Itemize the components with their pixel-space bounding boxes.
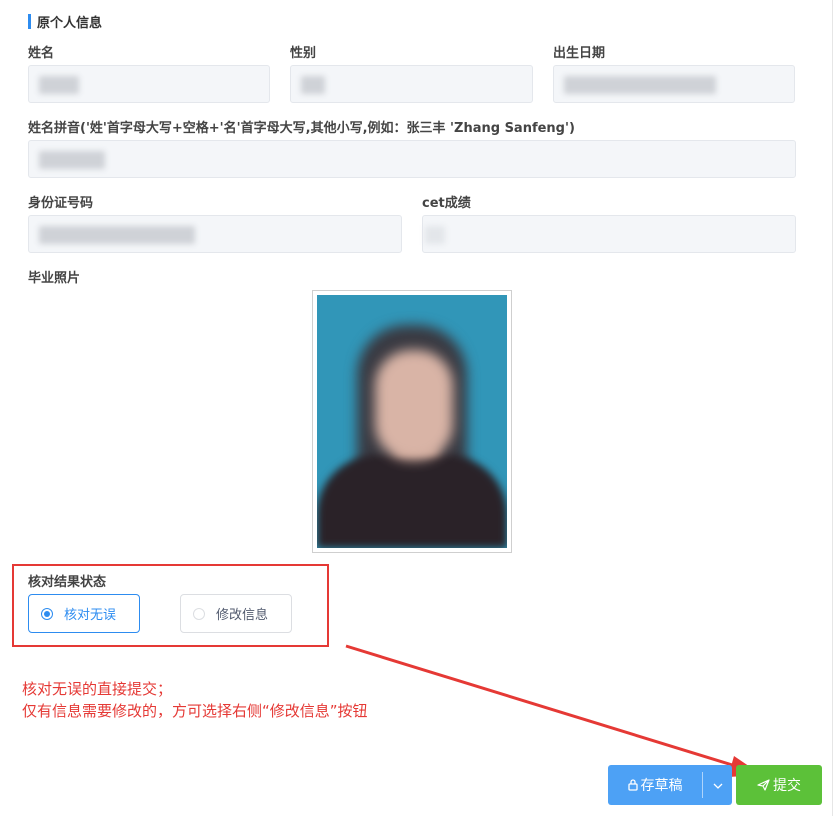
save-draft-main[interactable]: 存草稿 <box>608 765 702 805</box>
gender-label: 性别 <box>290 46 317 61</box>
pinyin-label: 姓名拼音('姓'首字母大写+空格+'名'首字母大写,其他小写,例如：张三丰 'Z… <box>28 121 575 136</box>
name-label: 姓名 <box>28 46 55 61</box>
save-draft-label: 存草稿 <box>640 778 683 794</box>
redacted-value <box>564 76 716 94</box>
radio-checked-icon <box>41 607 53 620</box>
cet-score-label: cet成绩 <box>422 196 471 211</box>
radio-label: 核对无误 <box>64 608 117 623</box>
draft-icon <box>627 779 638 791</box>
chevron-down-icon <box>713 777 723 793</box>
redacted-value <box>301 76 325 94</box>
photo-label: 毕业照片 <box>28 271 81 286</box>
redacted-value <box>39 151 105 169</box>
id-number-field[interactable] <box>28 215 402 253</box>
radio-unchecked-icon <box>193 607 205 620</box>
section-header: 原个人信息 <box>28 12 103 31</box>
section-title: 原个人信息 <box>37 15 103 31</box>
pinyin-field[interactable] <box>28 140 796 178</box>
radio-verified-correct[interactable]: 核对无误 <box>28 594 140 633</box>
save-draft-button[interactable]: 存草稿 <box>608 765 732 805</box>
birth-date-field[interactable] <box>553 65 795 103</box>
name-field[interactable] <box>28 65 270 103</box>
graduation-photo <box>312 290 512 553</box>
redacted-value <box>425 226 445 244</box>
radio-modify-info[interactable]: 修改信息 <box>180 594 292 633</box>
gender-field[interactable] <box>290 65 533 103</box>
redacted-value <box>39 76 79 94</box>
verify-status-label: 核对结果状态 <box>28 575 107 590</box>
draft-dropdown-toggle[interactable] <box>703 765 732 805</box>
send-icon <box>757 779 770 791</box>
redacted-value <box>39 226 195 244</box>
submit-button[interactable]: 提交 <box>736 765 822 805</box>
radio-label: 修改信息 <box>216 608 269 623</box>
birth-date-label: 出生日期 <box>553 46 606 61</box>
annotation-line-1: 核对无误的直接提交； <box>22 680 173 698</box>
page-right-border <box>832 0 833 816</box>
submit-label: 提交 <box>773 778 801 794</box>
annotation-line-2: 仅有信息需要修改的，方可选择右侧“修改信息”按钮 <box>22 702 368 720</box>
photo-image <box>317 295 507 548</box>
id-number-label: 身份证号码 <box>28 196 94 211</box>
cet-score-field[interactable] <box>422 215 796 253</box>
section-accent-bar <box>28 13 31 29</box>
